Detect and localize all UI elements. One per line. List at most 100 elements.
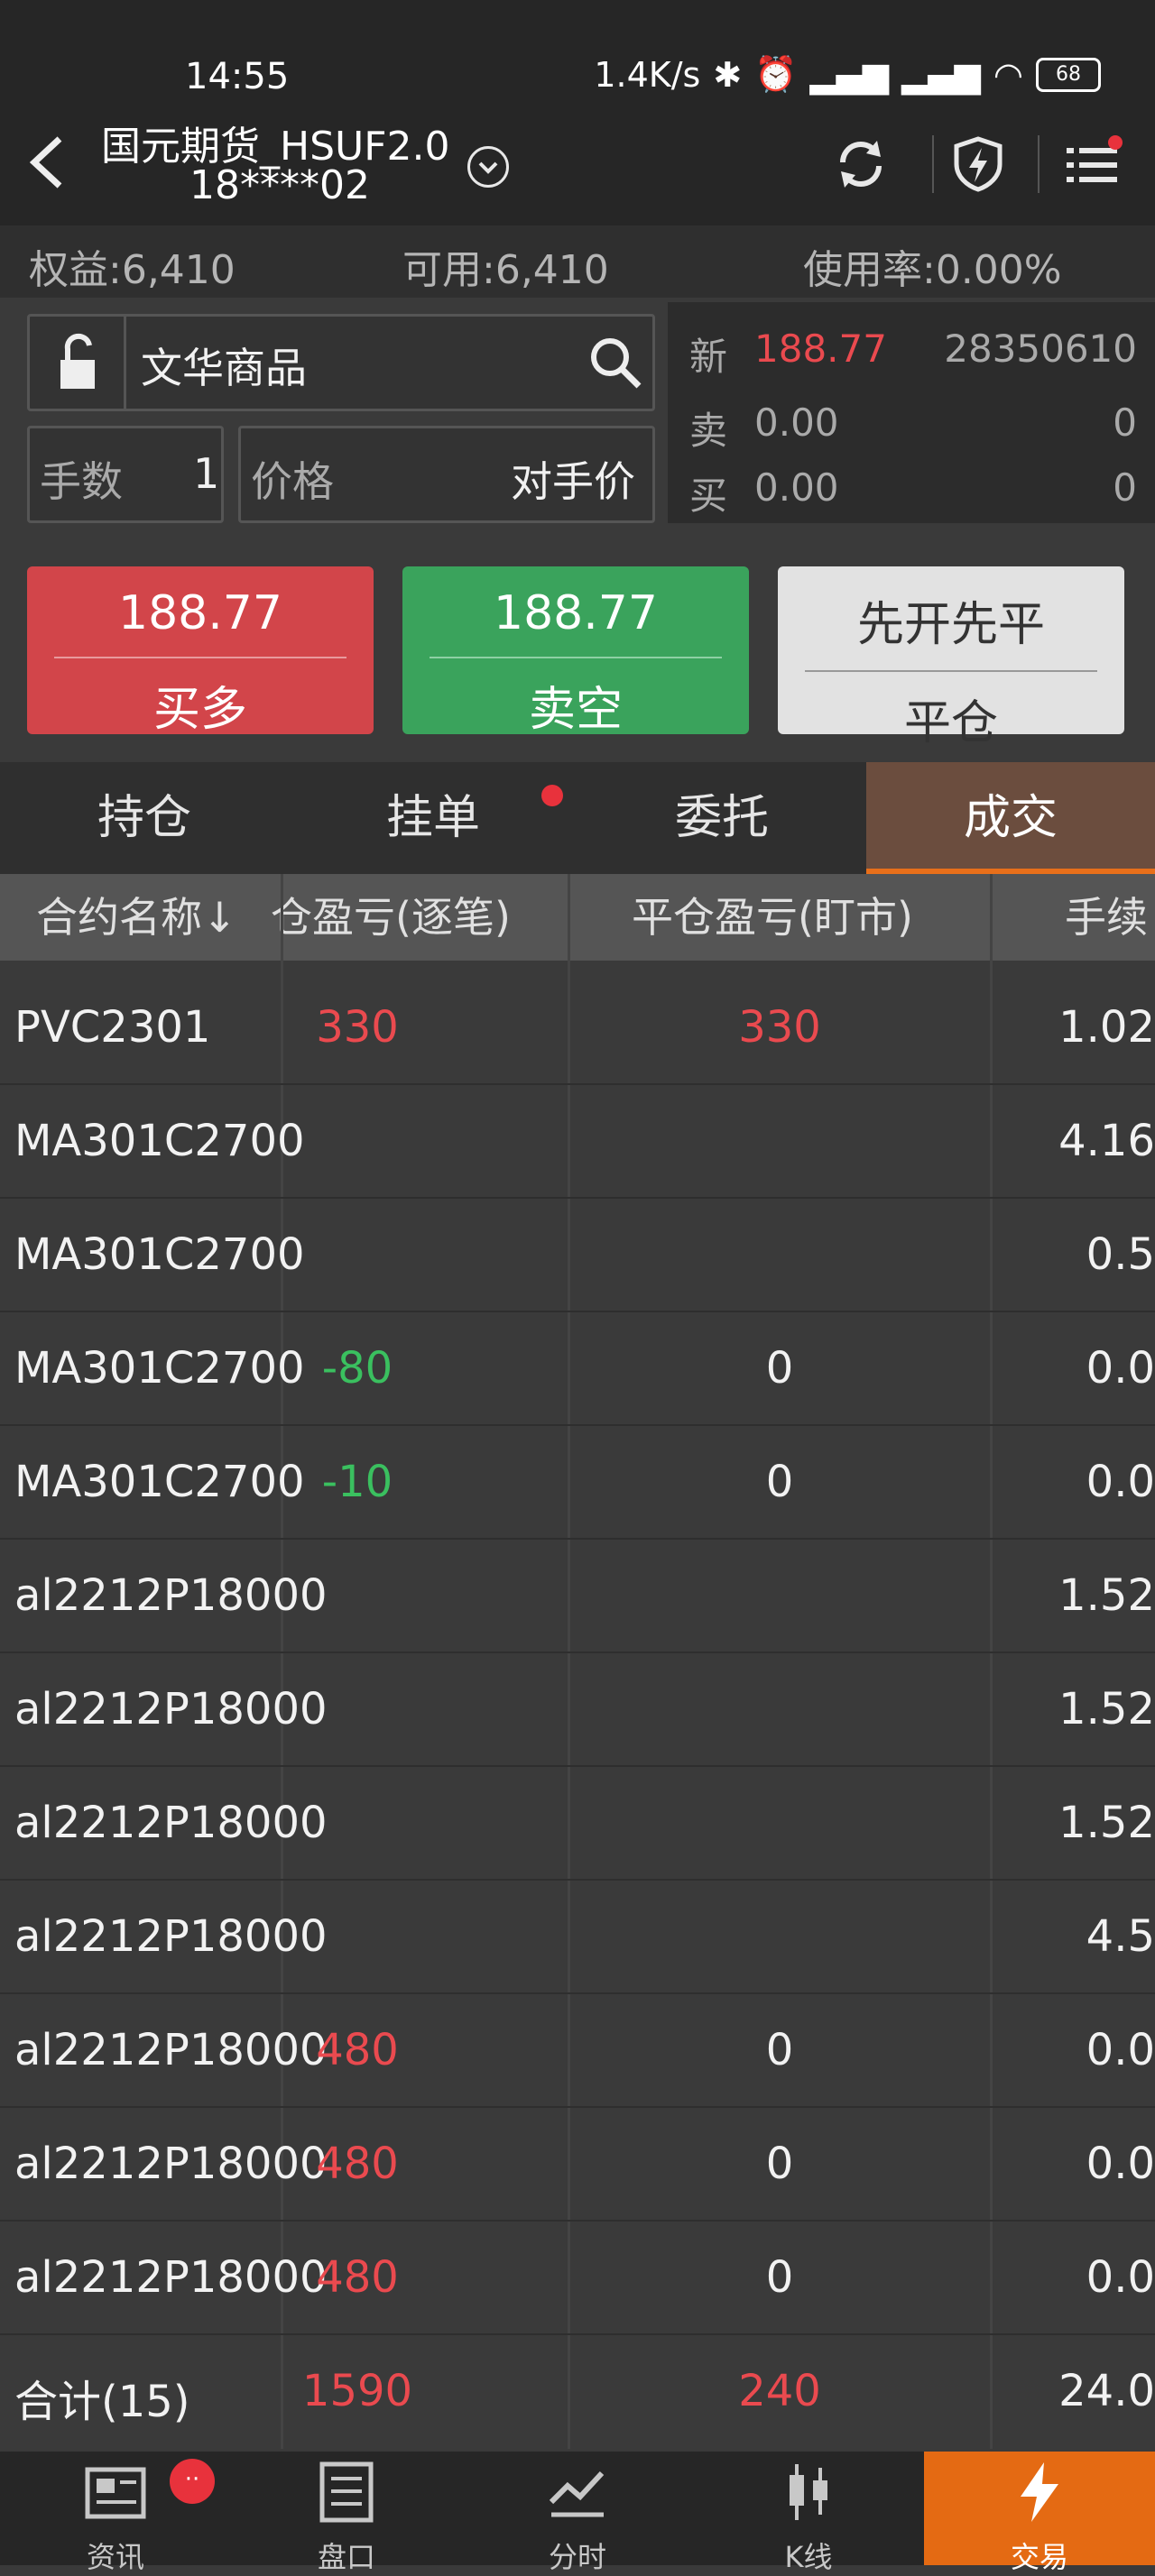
fee-cell: 4.5 [1086, 1911, 1155, 1962]
contract-cell: MA301C2700 [14, 1229, 305, 1280]
buy-label: 买多 [152, 683, 247, 737]
candlestick-icon [790, 2464, 827, 2520]
table-row[interactable]: MA301C2700 -10 0 0.0 [0, 1424, 1155, 1540]
sell-short-button[interactable]: 188.77 卖空 [402, 566, 749, 737]
table-row[interactable]: al2212P18000 1.52 [0, 1538, 1155, 1653]
close-position-button[interactable]: 先开先平 平仓 [778, 566, 1124, 750]
fee-cell: 0.5 [1086, 1229, 1155, 1280]
lock-icon[interactable] [30, 317, 126, 409]
pnl-trade-cell: -10 [321, 1457, 393, 1507]
battery-icon: 68 [1036, 57, 1101, 92]
nav-kline[interactable]: K线 [693, 2452, 924, 2574]
column-header-contract[interactable]: 合约名称↓ [36, 874, 280, 961]
divider [430, 657, 722, 658]
fee-cell: 1.02 [1058, 1002, 1155, 1053]
table-row[interactable]: al2212P18000 4.5 [0, 1879, 1155, 1994]
table-row[interactable]: al2212P18000 480 0 0.0 [0, 1992, 1155, 2108]
nav-label: 盘口 [317, 2540, 375, 2574]
contract-cell: MA301C2700 [14, 1116, 305, 1166]
fee-cell: 1.52 [1058, 1798, 1155, 1848]
table-row[interactable]: MA301C2700 4.16 [0, 1083, 1155, 1199]
signal-icon-2: ▂▄▆ [901, 54, 981, 95]
search-icon[interactable] [587, 334, 644, 391]
quantity-value[interactable]: 1 [193, 449, 219, 498]
contract-cell: al2212P18000 [14, 2252, 328, 2303]
buy-volume: 0 [1113, 465, 1137, 510]
bluetooth-icon: ✱ [713, 54, 743, 95]
close-mode: 先开先平 [856, 598, 1045, 652]
network-speed: 1.4K/s [594, 54, 701, 95]
contract-cell: al2212P18000 [14, 1684, 328, 1734]
fee-cell: 1.52 [1058, 1684, 1155, 1734]
divider [1038, 135, 1040, 193]
total-label: 合计(15) [14, 2377, 190, 2427]
tab-positions[interactable]: 持仓 [0, 762, 289, 874]
buy-price: 0.00 [754, 465, 839, 510]
status-icons: 1.4K/s ✱ ⏰ ▂▄▆ ▂▄▆ ◠ 68 [594, 54, 1101, 95]
contract-cell: al2212P18000 [14, 2139, 328, 2189]
table-row[interactable]: al2212P18000 480 0 0.0 [0, 2220, 1155, 2335]
divider [932, 135, 934, 193]
pnl-trade-cell: 480 [316, 2139, 399, 2189]
fee-cell: 0.0 [1086, 2139, 1155, 2189]
pnl-mark-cell: 330 [738, 1002, 821, 1053]
table-row[interactable]: al2212P18000 1.52 [0, 1765, 1155, 1881]
table-row[interactable]: PVC2301 330 330 1.02 [0, 970, 1155, 1085]
tab-pending[interactable]: 挂单 [289, 762, 578, 874]
refresh-icon[interactable] [832, 135, 890, 193]
contract-cell: MA301C2700 [14, 1457, 305, 1507]
wifi-icon: ◠ [993, 54, 1023, 95]
fee-cell: 0.0 [1086, 2252, 1155, 2303]
sell-volume: 0 [1113, 400, 1137, 445]
sell-label: 卖空 [528, 683, 623, 737]
sell-price: 0.00 [754, 400, 839, 445]
tab-trades[interactable]: 成交 [866, 762, 1155, 874]
table-header: 合约名称↓ 仓盈亏(逐笔) 平仓盈亏(盯市) 手续 [0, 874, 1155, 961]
fee-cell: 0.0 [1086, 2025, 1155, 2075]
pnl-trade-cell: 480 [316, 2025, 399, 2075]
news-icon [85, 2467, 146, 2519]
contract-cell: al2212P18000 [14, 2025, 328, 2075]
nav-orderbook[interactable]: 盘口 [231, 2452, 462, 2574]
orderbook-icon [319, 2461, 374, 2523]
column-header-fee[interactable]: 手续 [1065, 874, 1155, 961]
fee-cell: 0.0 [1086, 1457, 1155, 1507]
table-row[interactable]: al2212P18000 1.52 [0, 1651, 1155, 1767]
buy-long-button[interactable]: 188.77 买多 [27, 566, 374, 737]
pnl-mark-cell: 0 [765, 2252, 794, 2303]
nav-intraday[interactable]: 分时 [462, 2452, 693, 2574]
price-label: 价格 [251, 457, 334, 506]
tab-orders[interactable]: 委托 [578, 762, 866, 874]
fee-cell: 1.52 [1058, 1570, 1155, 1621]
lightning-icon [1021, 2462, 1058, 2522]
price-type[interactable]: 对手价 [511, 449, 635, 509]
pnl-mark-cell: 0 [765, 1343, 794, 1394]
pnl-trade-cell: 480 [316, 2252, 399, 2303]
chevron-down-icon[interactable] [467, 146, 509, 188]
contract-name[interactable]: 文华商品 [141, 336, 307, 395]
nav-trade[interactable]: 交易 [924, 2452, 1155, 2574]
bottom-nav: 资讯 ·· 盘口 分时 K线 交易 [0, 2452, 1155, 2574]
account-summary: 权益:6,410 可用:6,410 使用率:0.00% [0, 225, 1155, 298]
fee-cell: 4.16 [1058, 1116, 1155, 1166]
fee-cell: 0.0 [1086, 1343, 1155, 1394]
table-row[interactable]: al2212P18000 480 0 0.0 [0, 2106, 1155, 2222]
pnl-mark-cell: 0 [765, 2025, 794, 2075]
buy-price: 188.77 [118, 586, 282, 640]
contract-cell: MA301C2700 [14, 1343, 305, 1394]
notification-dot [541, 785, 563, 806]
pnl-mark-cell: 0 [765, 2139, 794, 2189]
table-row[interactable]: MA301C2700 0.5 [0, 1197, 1155, 1312]
back-icon[interactable] [27, 135, 67, 189]
table-row[interactable]: MA301C2700 -80 0 0.0 [0, 1311, 1155, 1426]
contract-cell: al2212P18000 [14, 1911, 328, 1962]
shield-lightning-icon[interactable] [949, 135, 1007, 193]
divider [54, 657, 346, 658]
equity-value: 权益:6,410 [29, 247, 236, 293]
new-volume: 28350610 [944, 327, 1137, 371]
column-header-pnl-mark[interactable]: 平仓盈亏(盯市) [632, 874, 993, 961]
contract-cell: al2212P18000 [14, 1570, 328, 1621]
account-id[interactable]: 18****02 [189, 162, 370, 208]
menu-icon[interactable] [1065, 135, 1123, 193]
column-header-pnl-trade[interactable]: 仓盈亏(逐笔) [271, 874, 568, 961]
